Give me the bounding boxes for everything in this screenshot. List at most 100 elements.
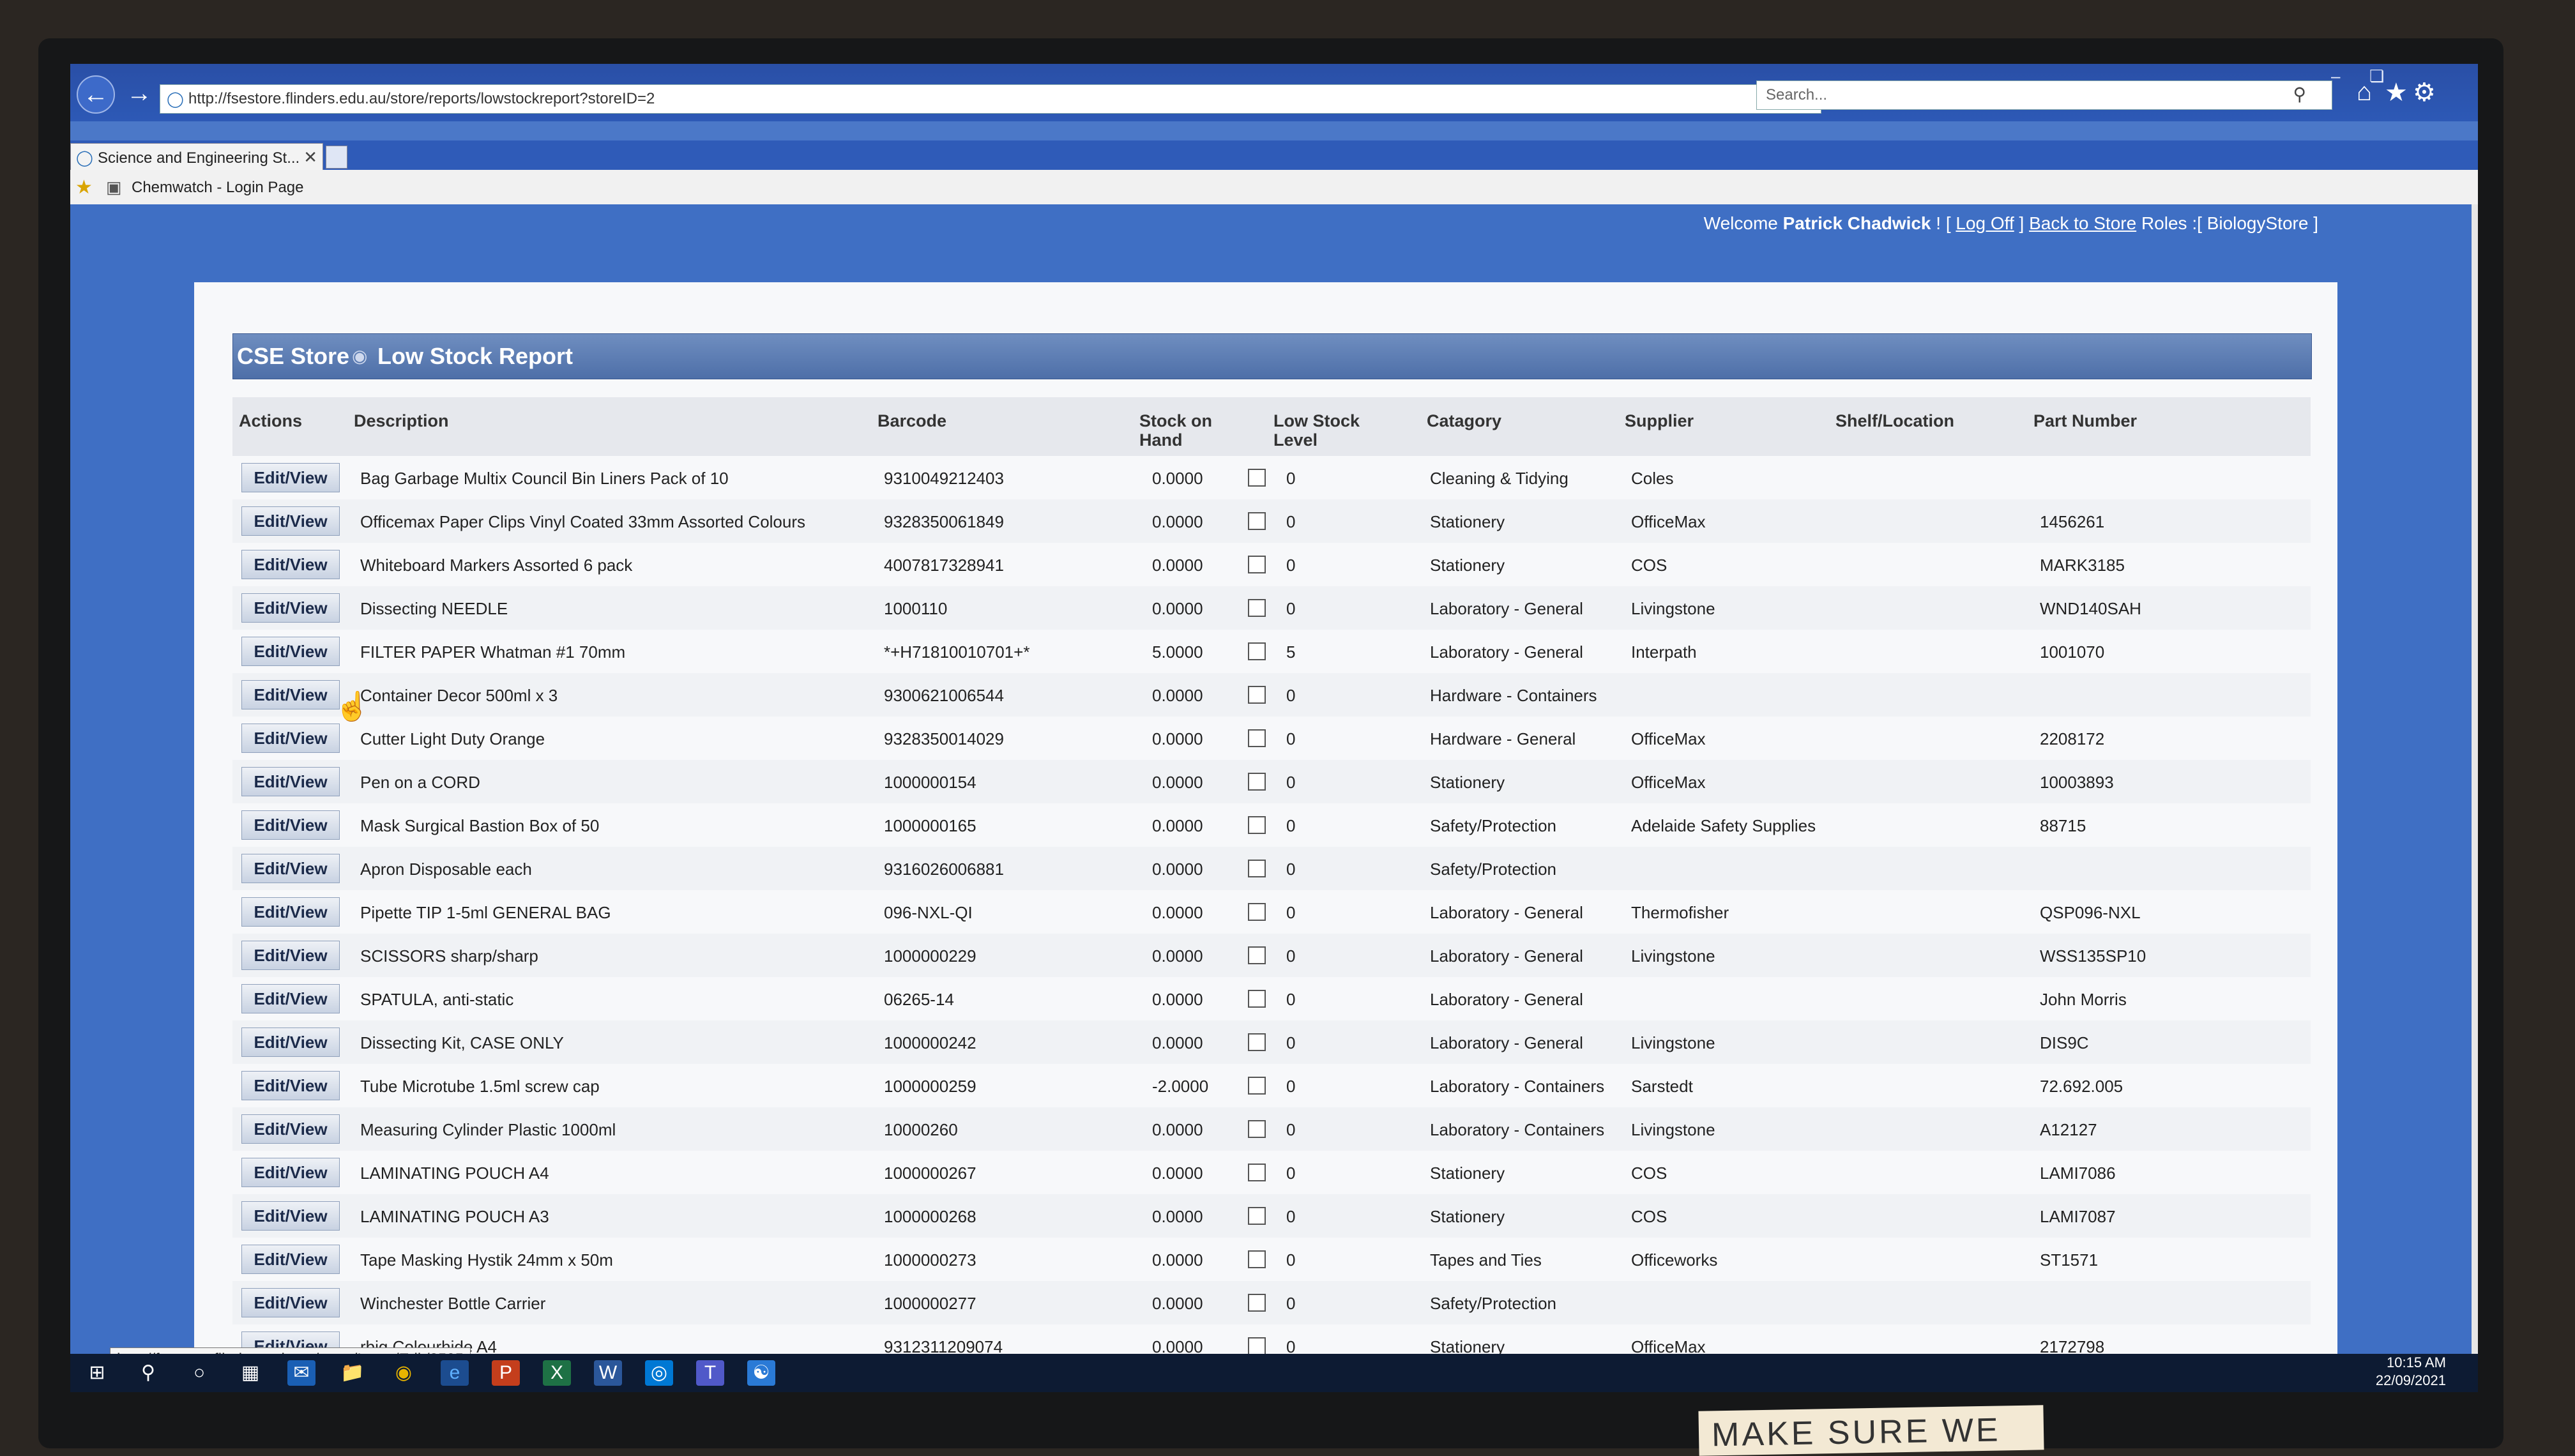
low-stock-checkbox[interactable] — [1248, 642, 1266, 660]
edit-view-button[interactable]: Edit/View — [241, 897, 340, 927]
settings-gear-icon[interactable]: ⚙ — [2413, 78, 2436, 107]
teams-icon[interactable]: T — [696, 1360, 724, 1386]
chrome-icon[interactable]: ◉ — [390, 1360, 418, 1386]
add-favorite-star-icon[interactable]: ★ — [75, 176, 93, 199]
cortana-icon[interactable]: ○ — [185, 1360, 213, 1386]
edit-view-button[interactable]: Edit/View — [241, 810, 340, 840]
cell-low-stock-level: 0 — [1286, 556, 1296, 575]
word-icon[interactable]: W — [594, 1360, 622, 1386]
edit-view-button[interactable]: Edit/View — [241, 767, 340, 796]
cell-low-stock-level: 0 — [1286, 773, 1296, 792]
windows-start-icon[interactable]: ⊞ — [83, 1360, 111, 1386]
low-stock-checkbox[interactable] — [1248, 816, 1266, 834]
breadcrumb-separator-icon: ◉ — [352, 346, 368, 366]
cell-low-stock-level: 0 — [1286, 1250, 1296, 1270]
file-explorer-icon[interactable]: 📁 — [338, 1360, 367, 1386]
favorites-star-icon[interactable]: ★ — [2385, 78, 2408, 107]
cell-part-number: A12127 — [2040, 1120, 2097, 1139]
edit-view-button[interactable]: Edit/View — [241, 680, 340, 709]
edit-view-button[interactable]: Edit/View — [241, 550, 340, 579]
edit-view-button[interactable]: Edit/View — [241, 1071, 340, 1100]
cell-low-stock-level: 0 — [1286, 1294, 1296, 1313]
edit-view-button[interactable]: Edit/View — [241, 984, 340, 1013]
tab-close-icon[interactable]: ✕ — [303, 148, 317, 167]
low-stock-checkbox[interactable] — [1248, 860, 1266, 877]
low-stock-checkbox[interactable] — [1248, 556, 1266, 573]
task-view-icon[interactable]: ▦ — [236, 1360, 264, 1386]
internet-explorer-icon[interactable]: e — [441, 1360, 469, 1386]
low-stock-checkbox[interactable] — [1248, 599, 1266, 617]
new-tab-button[interactable] — [326, 146, 347, 169]
address-bar[interactable]: ◯ http://fsestore.flinders.edu.au/store/… — [160, 84, 1821, 114]
edit-view-button[interactable]: Edit/View — [241, 1028, 340, 1057]
low-stock-checkbox[interactable] — [1248, 1120, 1266, 1138]
edit-view-button[interactable]: Edit/View — [241, 637, 340, 666]
cell-part-number: LAMI7086 — [2040, 1164, 2116, 1183]
low-stock-checkbox[interactable] — [1248, 990, 1266, 1008]
search-input[interactable]: Search... ⚲ — [1756, 80, 2332, 110]
low-stock-checkbox[interactable] — [1248, 773, 1266, 791]
low-stock-checkbox[interactable] — [1248, 903, 1266, 921]
forward-button[interactable]: → — [121, 75, 157, 111]
breadcrumb-store-link[interactable]: CSE Store — [237, 343, 349, 370]
low-stock-checkbox[interactable] — [1248, 686, 1266, 704]
powerpoint-icon[interactable]: P — [492, 1360, 520, 1386]
favorite-link-chemwatch[interactable]: Chemwatch - Login Page — [132, 179, 303, 197]
low-stock-checkbox[interactable] — [1248, 469, 1266, 487]
search-icon[interactable]: ⚲ — [2293, 84, 2306, 105]
edit-view-button[interactable]: Edit/View — [241, 724, 340, 753]
edit-view-button[interactable]: Edit/View — [241, 941, 340, 970]
cell-description: SCISSORS sharp/sharp — [360, 946, 538, 966]
remote-support-icon[interactable]: ☯ — [747, 1360, 775, 1386]
cell-description: FILTER PAPER Whatman #1 70mm — [360, 642, 626, 662]
table-row: Edit/View Cutter Light Duty Orange 9328350… — [232, 717, 2311, 760]
cell-stock-on-hand: 0.0000 — [1152, 1294, 1203, 1313]
edit-view-button[interactable]: Edit/View — [241, 1114, 340, 1144]
low-stock-checkbox[interactable] — [1248, 1337, 1266, 1355]
edit-view-button[interactable]: Edit/View — [241, 1245, 340, 1274]
low-stock-checkbox[interactable] — [1248, 512, 1266, 530]
camera-app-icon[interactable]: ◎ — [645, 1360, 673, 1386]
edit-view-button[interactable]: Edit/View — [241, 593, 340, 623]
log-off-link[interactable]: Log Off — [1956, 213, 2014, 233]
user-name: Patrick Chadwick — [1782, 213, 1931, 233]
low-stock-checkbox[interactable] — [1248, 1294, 1266, 1312]
cell-barcode: 9316026006881 — [884, 860, 1004, 879]
excel-icon[interactable]: X — [543, 1360, 571, 1386]
address-text: http://fsestore.flinders.edu.au/store/re… — [188, 90, 655, 107]
low-stock-checkbox[interactable] — [1248, 1250, 1266, 1268]
edit-view-button[interactable]: Edit/View — [241, 854, 340, 883]
cell-category: Laboratory - Containers — [1430, 1077, 1605, 1096]
edit-view-button[interactable]: Edit/View — [241, 463, 340, 492]
page-icon: ◯ — [167, 91, 184, 108]
restore-icon[interactable]: ❏ — [2369, 66, 2384, 86]
table-row: Edit/View Dissecting NEEDLE 1000110 0.0000 0… — [232, 586, 2311, 630]
header-part-number: Part Number — [2033, 411, 2138, 430]
low-stock-checkbox[interactable] — [1248, 729, 1266, 747]
table-row: Edit/View LAMINATING POUCH A3 1000000268 0.… — [232, 1194, 2311, 1238]
edit-view-button[interactable]: Edit/View — [241, 506, 340, 536]
tab-science-engineering-store[interactable]: ◯ Science and Engineering St... ✕ — [70, 143, 323, 171]
cell-barcode: 1000000165 — [884, 816, 976, 835]
cell-supplier: COS — [1631, 1164, 1667, 1183]
back-to-store-link[interactable]: Back to Store — [2029, 213, 2136, 233]
minimize-icon[interactable]: – — [2331, 66, 2340, 86]
low-stock-checkbox[interactable] — [1248, 1033, 1266, 1051]
edit-view-button[interactable]: Edit/View — [241, 1288, 340, 1317]
low-stock-checkbox[interactable] — [1248, 1164, 1266, 1181]
low-stock-checkbox[interactable] — [1248, 1077, 1266, 1095]
edit-view-button[interactable]: Edit/View — [241, 1158, 340, 1187]
outlook-icon[interactable]: ✉ — [287, 1360, 315, 1386]
tab-page-icon: ◯ — [76, 149, 93, 167]
cell-barcode: 9328350014029 — [884, 729, 1004, 748]
cell-description: Measuring Cylinder Plastic 1000ml — [360, 1120, 616, 1139]
low-stock-checkbox[interactable] — [1248, 946, 1266, 964]
search-taskbar-icon[interactable]: ⚲ — [134, 1360, 162, 1386]
back-button[interactable]: ← — [77, 75, 115, 114]
edit-view-button[interactable]: Edit/View — [241, 1201, 340, 1231]
clock-date: 22/09/2021 — [2375, 1372, 2446, 1388]
cell-part-number: QSP096-NXL — [2040, 903, 2141, 922]
vertical-scrollbar[interactable] — [2472, 204, 2478, 1354]
system-clock[interactable]: 10:15 AM 22/09/2021 — [2376, 1354, 2446, 1390]
low-stock-checkbox[interactable] — [1248, 1207, 1266, 1225]
